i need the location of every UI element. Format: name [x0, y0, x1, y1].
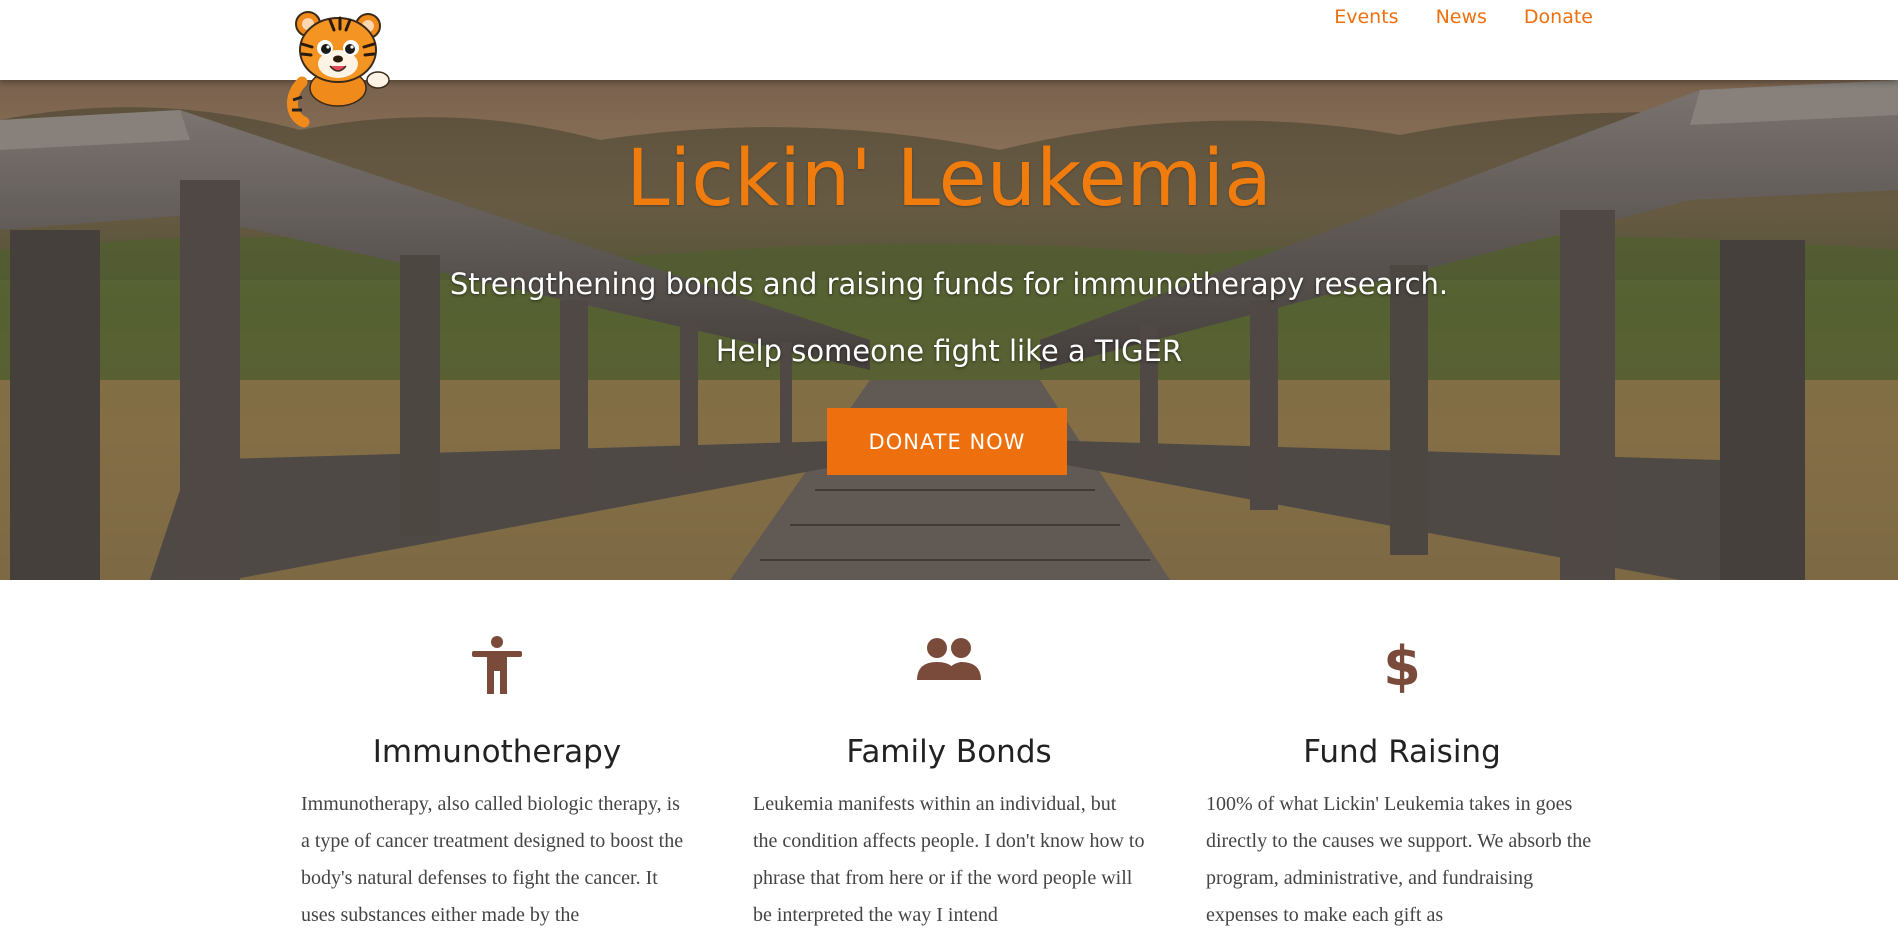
tiger-mascot-icon[interactable]: [280, 4, 402, 130]
feature-title: Fund Raising: [1303, 734, 1501, 770]
main-nav: Events News Donate: [1334, 6, 1593, 28]
donate-now-button[interactable]: DONATE NOW: [827, 408, 1067, 475]
feature-title: Family Bonds: [846, 734, 1052, 770]
hero-content: Lickin' Leukemia Strengthening bonds and…: [0, 80, 1898, 580]
feature-title: Immunotherapy: [372, 734, 622, 770]
nav-link-events[interactable]: Events: [1334, 6, 1398, 28]
hero-subtitle: Strengthening bonds and raising funds fo…: [449, 267, 1449, 301]
hero-tagline: Help someone fight like a TIGER: [715, 334, 1183, 368]
feature-text: 100% of what Lickin' Leukemia takes in g…: [1206, 793, 1592, 926]
svg-text:$: $: [1385, 636, 1419, 694]
feature-text: Leukemia manifests within an individual,…: [753, 793, 1145, 926]
nav-link-donate[interactable]: Donate: [1524, 6, 1593, 28]
hero-banner: Lickin' Leukemia Strengthening bonds and…: [0, 80, 1898, 580]
people-group-icon: [917, 636, 981, 684]
hero-title: Lickin' Leukemia: [626, 134, 1272, 224]
dollar-sign-icon: $: [1383, 635, 1421, 698]
accessibility-person-icon: [471, 636, 523, 698]
feature-text: Immunotherapy, also called biologic ther…: [301, 793, 684, 926]
nav-link-news[interactable]: News: [1436, 6, 1487, 28]
features-section: Immunotherapy Immunotherapy, also called…: [0, 580, 1898, 926]
